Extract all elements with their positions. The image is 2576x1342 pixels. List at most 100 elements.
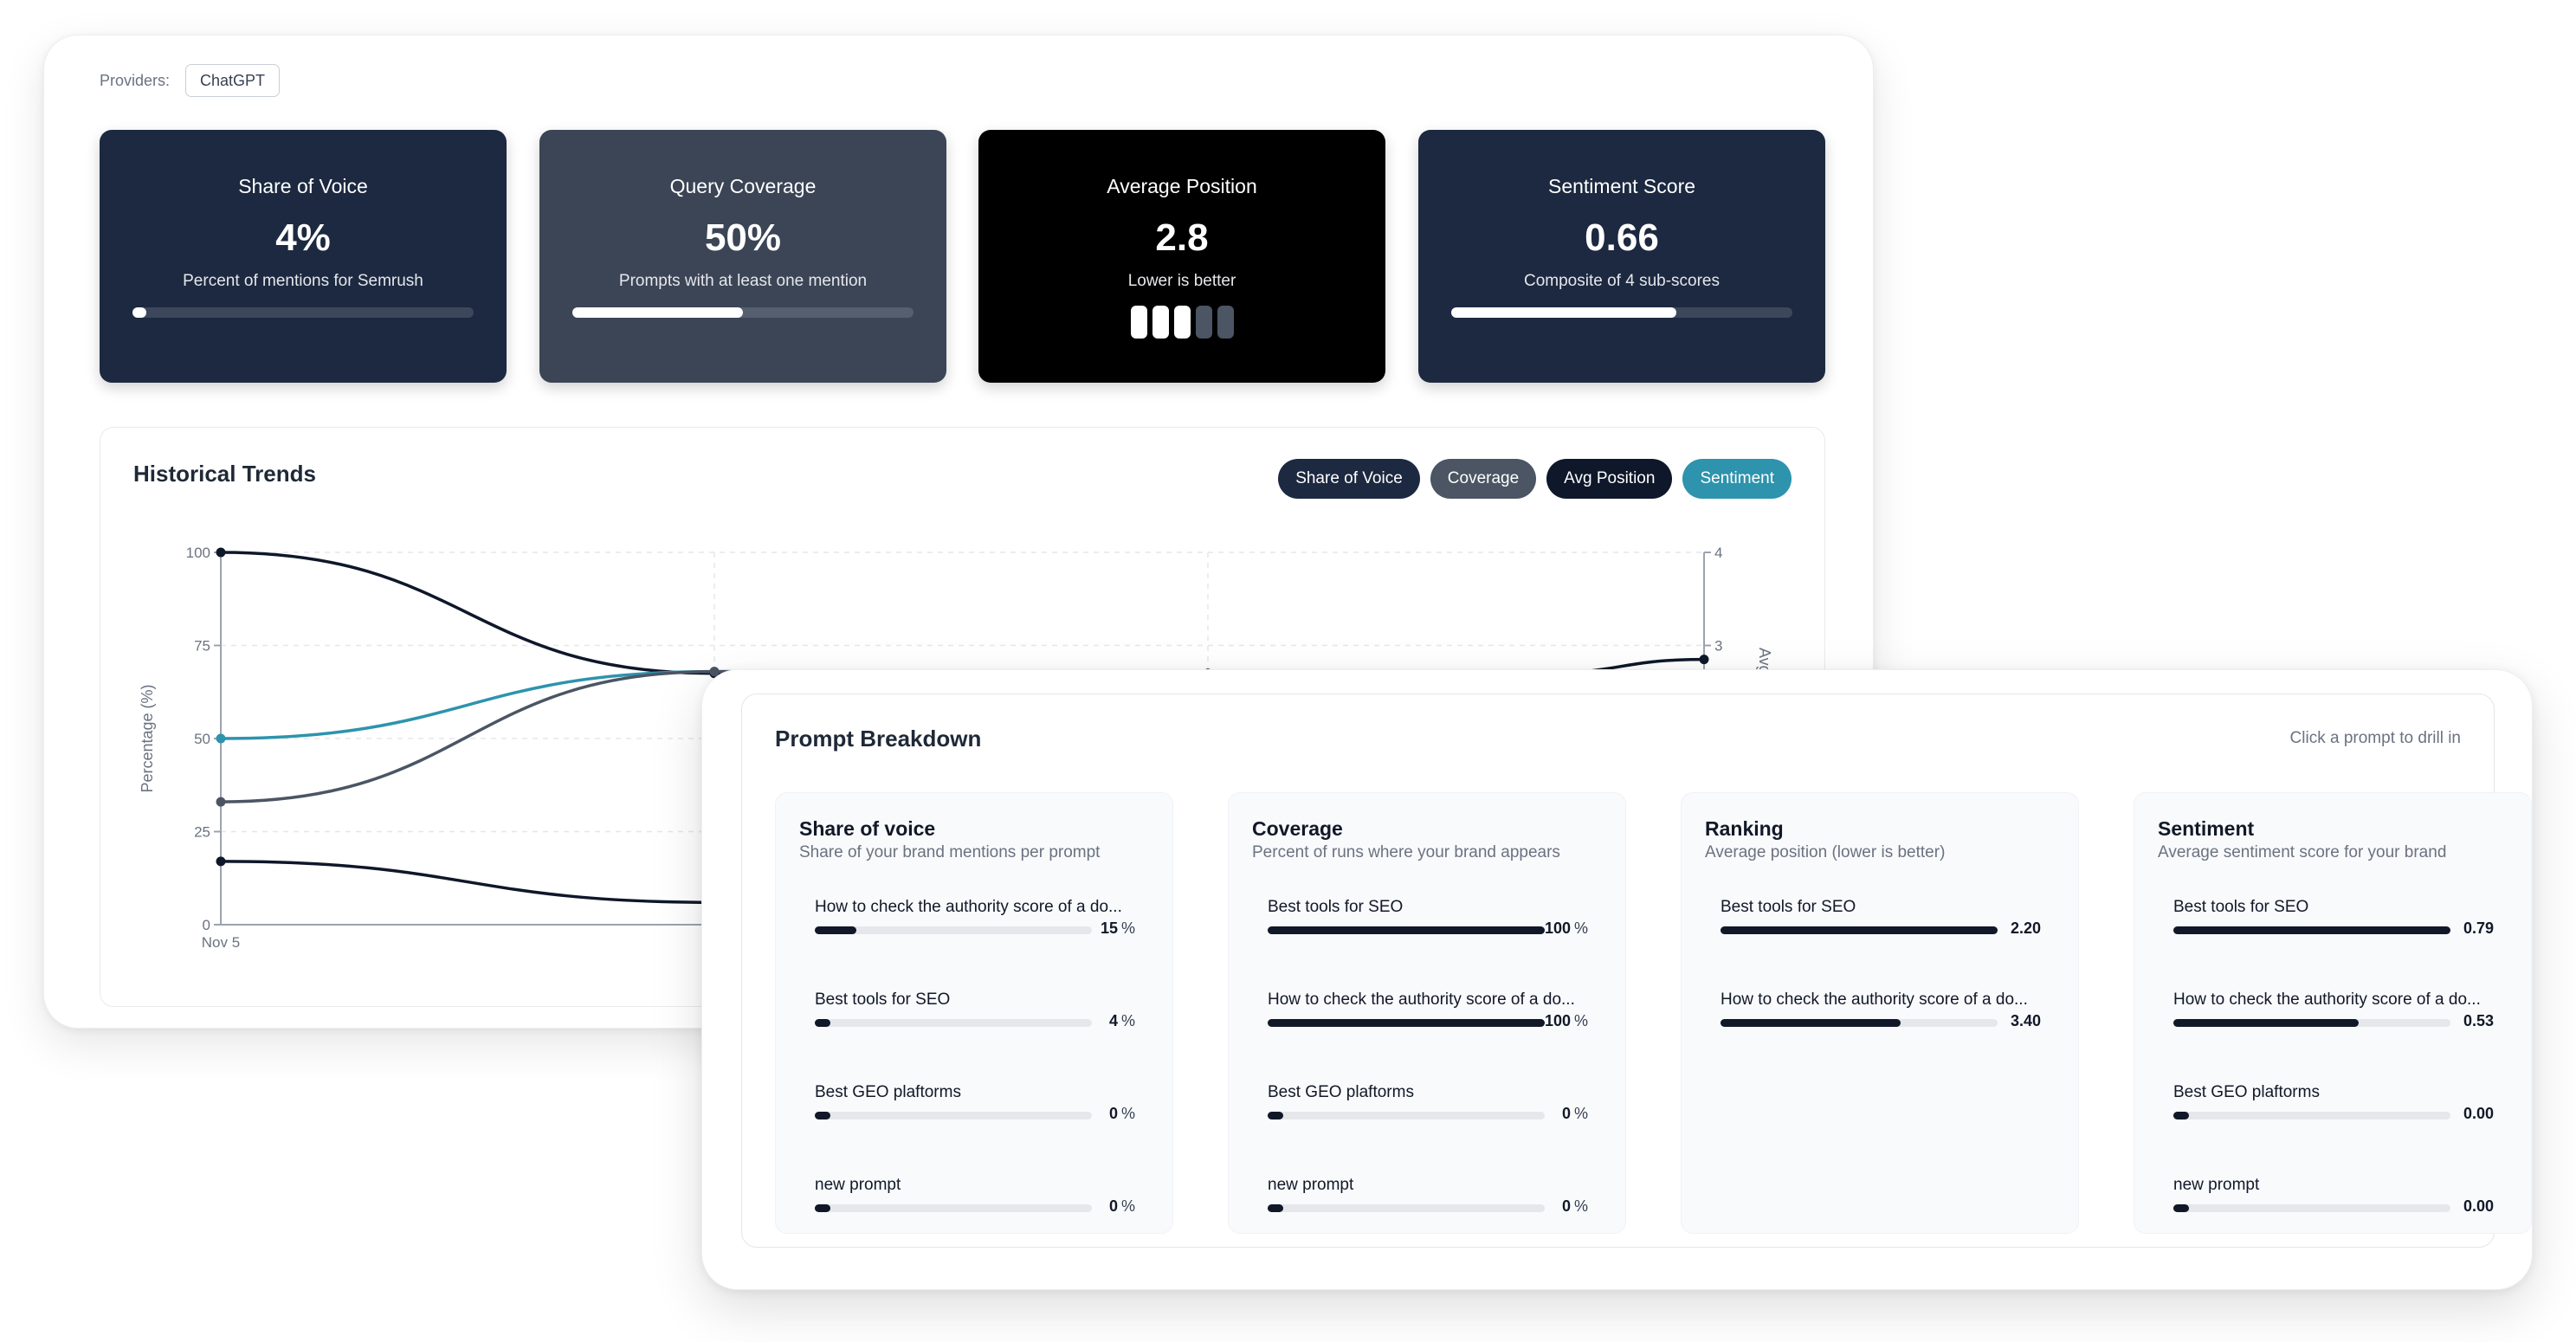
prompt-label: Best tools for SEO <box>1268 898 1404 916</box>
metric-bar-fill <box>1721 1019 1901 1027</box>
prompt-label: How to check the authority score of a do… <box>2173 990 2481 1009</box>
metric-value: 0% <box>1562 1197 1588 1216</box>
progress-fill <box>132 307 146 318</box>
metric-bar-fill <box>2173 1019 2360 1027</box>
card-value: 4% <box>275 216 331 259</box>
metric-bar-track <box>1268 1112 1545 1119</box>
column-title: Coverage <box>1252 817 1343 840</box>
toggle-coverage[interactable]: Coverage <box>1430 459 1537 499</box>
prompt-row[interactable]: How to check the authority score of a do… <box>2173 990 2494 1042</box>
toggle-avg-position[interactable]: Avg Position <box>1546 459 1673 499</box>
card-subtitle: Lower is better <box>1127 272 1236 290</box>
breakdown-column-ranking: Ranking Average position (lower is better… <box>1681 792 2079 1234</box>
breakdown-column-coverage: Coverage Percent of runs where your brand… <box>1228 792 1626 1234</box>
prompt-row[interactable]: new prompt 0% <box>1268 1176 1588 1228</box>
metric-value: 4% <box>1109 1012 1135 1030</box>
query-coverage-card[interactable]: Query Coverage 50% Prompts with at least… <box>539 130 946 383</box>
metric-number: 2.20 <box>2010 919 2041 937</box>
prompt-label: Best tools for SEO <box>2173 898 2309 916</box>
card-title: Share of Voice <box>238 175 368 197</box>
metric-unit: % <box>1120 1012 1135 1029</box>
progress-fill <box>572 307 743 318</box>
progress-fill <box>1451 307 1677 318</box>
metric-bar-fill <box>815 1204 830 1212</box>
progress-track <box>572 307 914 318</box>
breakdown-column-sentiment: Sentiment Average sentiment score for you… <box>2134 792 2532 1234</box>
metric-number: 15 <box>1100 919 1118 937</box>
drill-in-hint: Click a prompt to drill in <box>2289 729 2461 747</box>
average-position-card[interactable]: Average Position 2.8 Lower is better <box>978 130 1385 383</box>
toggle-share-of-voice[interactable]: Share of Voice <box>1278 459 1420 499</box>
metric-bar-fill <box>1721 926 1998 934</box>
prompt-row[interactable]: How to check the authority score of a do… <box>815 898 1135 950</box>
metric-bar-track <box>815 926 1092 934</box>
provider-chip-chatgpt[interactable]: ChatGPT <box>185 64 281 97</box>
sentiment-score-card[interactable]: Sentiment Score 0.66 Composite of 4 sub-… <box>1418 130 1825 383</box>
metric-unit: % <box>1573 1105 1588 1122</box>
card-value: 2.8 <box>1155 216 1209 259</box>
y-tick-label: 25 <box>194 824 210 841</box>
prompt-label: How to check the authority score of a do… <box>1721 990 2028 1009</box>
metric-value: 0% <box>1109 1105 1135 1123</box>
prompt-row[interactable]: How to check the authority score of a do… <box>1268 990 1588 1042</box>
metric-value: 100% <box>1545 1012 1588 1030</box>
metric-bar-fill <box>1268 1019 1545 1027</box>
series-point <box>216 856 226 867</box>
metric-bar-fill <box>815 1112 830 1119</box>
column-subtitle: Percent of runs where your brand appears <box>1252 843 1560 861</box>
metric-number: 0 <box>1108 1105 1118 1122</box>
metric-bar-track <box>815 1019 1092 1027</box>
metric-unit: % <box>1120 1105 1135 1122</box>
metric-value: 0.00 <box>2463 1105 2494 1123</box>
prompt-row[interactable]: Best tools for SEO 100% <box>1268 898 1588 950</box>
position-indicator <box>978 306 1385 339</box>
prompt-label: Best tools for SEO <box>1721 898 1856 916</box>
x-tick-label: Nov 5 <box>202 934 240 951</box>
share-of-voice-card[interactable]: Share of Voice 4% Percent of mentions fo… <box>100 130 507 383</box>
metric-bar-track <box>2173 1204 2450 1212</box>
position-pip <box>1173 306 1191 339</box>
metric-value: 0.79 <box>2463 919 2494 938</box>
prompt-row[interactable]: Best GEO plaftorms 0% <box>815 1083 1135 1135</box>
metric-number: 4 <box>1108 1012 1118 1029</box>
column-subtitle: Share of your brand mentions per prompt <box>799 843 1101 861</box>
metric-bar-track <box>815 1204 1092 1212</box>
prompt-row[interactable]: How to check the authority score of a do… <box>1721 990 2041 1042</box>
metric-unit: % <box>1573 1197 1588 1215</box>
prompt-row[interactable]: Best tools for SEO 4% <box>815 990 1135 1042</box>
metric-number: 0.00 <box>2463 1197 2494 1215</box>
metric-unit: % <box>1120 1197 1135 1215</box>
prompt-row[interactable]: new prompt 0% <box>815 1176 1135 1228</box>
prompt-breakdown-title: Prompt Breakdown <box>775 726 982 752</box>
metric-bar-track <box>1268 926 1545 934</box>
prompt-row[interactable]: Best GEO plaftorms 0% <box>1268 1083 1588 1135</box>
metric-bar-track <box>815 1112 1092 1119</box>
metric-bar-track <box>1721 926 1998 934</box>
progress-track <box>132 307 474 318</box>
metric-value: 100% <box>1545 919 1588 938</box>
metric-number: 0 <box>1108 1197 1118 1215</box>
toggle-sentiment[interactable]: Sentiment <box>1682 459 1792 499</box>
prompt-label: new prompt <box>815 1176 901 1194</box>
metric-value: 0.53 <box>2463 1012 2494 1030</box>
prompt-row[interactable]: Best GEO plaftorms 0.00 <box>2173 1083 2494 1135</box>
y-axis-label: Percentage (%) <box>139 684 156 792</box>
card-title: Average Position <box>1107 175 1257 197</box>
prompt-row[interactable]: new prompt 0.00 <box>2173 1176 2494 1228</box>
metric-number: 0.53 <box>2463 1012 2494 1029</box>
metric-bar-fill <box>815 926 856 934</box>
metric-unit: % <box>1573 919 1588 937</box>
metric-bar-fill <box>815 1019 830 1027</box>
card-title: Query Coverage <box>669 175 817 197</box>
card-title: Sentiment Score <box>1547 175 1696 197</box>
metric-number: 0.79 <box>2463 919 2494 937</box>
prompt-label: How to check the authority score of a do… <box>1268 990 1575 1009</box>
y-tick-label: 75 <box>194 638 210 655</box>
metric-bar-fill <box>1268 1204 1283 1212</box>
metric-number: 100 <box>1544 1012 1571 1029</box>
prompt-row[interactable]: Best tools for SEO 2.20 <box>1721 898 2041 950</box>
prompt-row[interactable]: Best tools for SEO 0.79 <box>2173 898 2494 950</box>
providers-filter: Providers: ChatGPT <box>100 63 281 98</box>
metric-bar-track <box>2173 1019 2450 1027</box>
card-subtitle: Prompts with at least one mention <box>618 272 868 290</box>
